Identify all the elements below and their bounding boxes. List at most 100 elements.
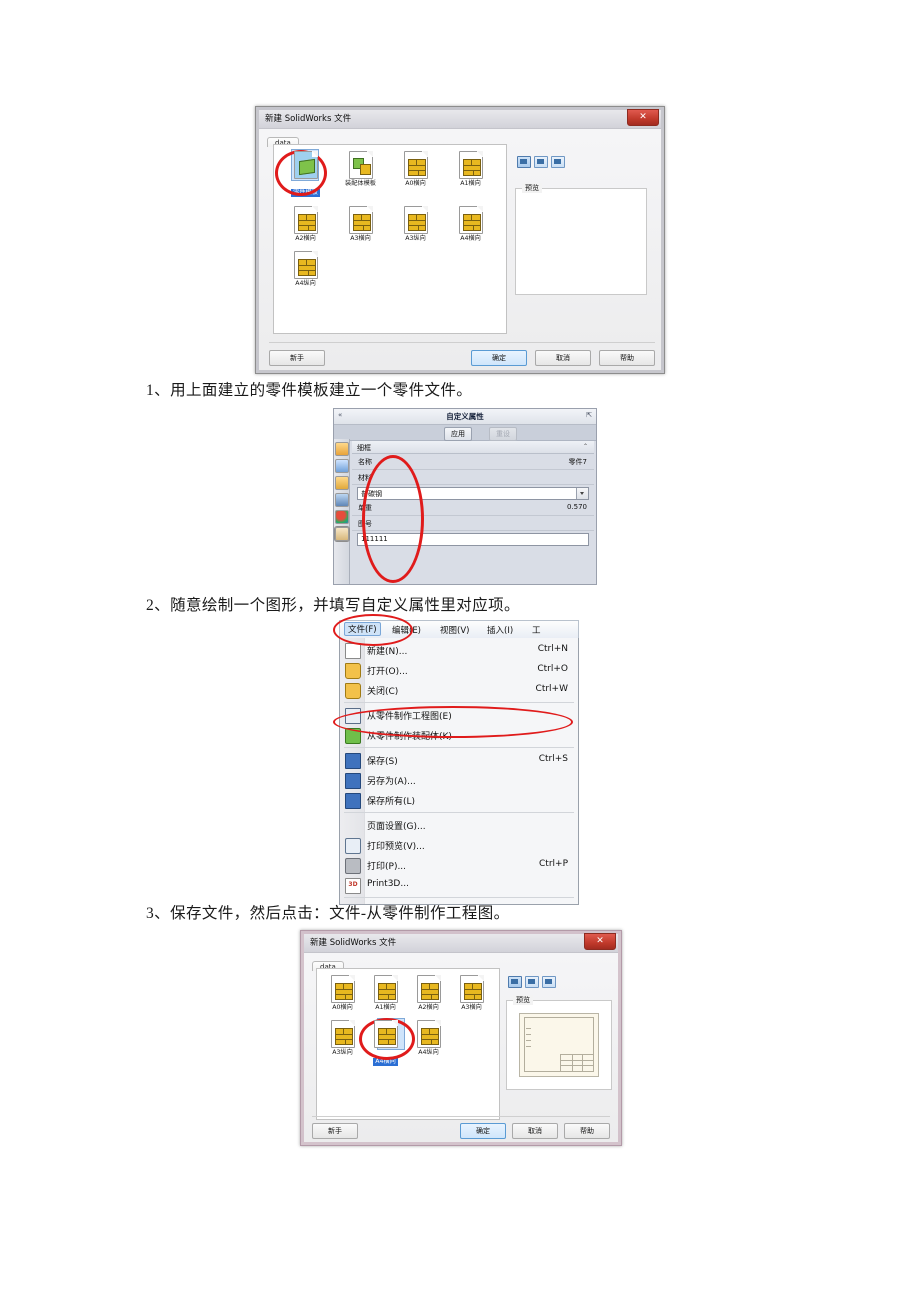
view-list-icon-2[interactable] [542, 976, 556, 988]
view-tiles-icon[interactable] [534, 156, 548, 168]
close-icon[interactable]: ✕ [627, 109, 659, 126]
property-value: 零件7 [568, 458, 587, 466]
dialog-button-row-2[interactable]: 新手 确定 取消 帮助 [312, 1123, 610, 1139]
menu-item[interactable]: 打印(P)... Ctrl+P [340, 855, 578, 875]
custom-properties-icon[interactable] [333, 526, 350, 542]
new-file-dialog-1[interactable]: 新建 SolidWorks 文件 ✕ data 零件模板 装配体模板 A0横向 A1横… [255, 106, 665, 374]
pin-icon[interactable]: ⇱ [586, 411, 592, 419]
menu-item-accelerator: Ctrl+S [538, 754, 568, 764]
folder-icon[interactable] [334, 476, 349, 490]
ok-button[interactable]: 确定 [471, 350, 527, 366]
menu-item[interactable]: 保存(S) Ctrl+S [340, 750, 578, 770]
novice-button-2[interactable]: 新手 [312, 1123, 358, 1139]
home-icon[interactable] [334, 442, 349, 456]
drawing-template-icon [330, 975, 355, 1003]
template-list-panel[interactable]: 零件模板 装配体模板 A0横向 A1横向 A2横向 A3横向 A3纵向 A4横向 A4纵向 [273, 144, 507, 334]
menu-item[interactable]: 新建(N)... Ctrl+N [340, 640, 578, 660]
view-list-icon[interactable] [551, 156, 565, 168]
template-item[interactable]: 零件模板 [278, 149, 333, 198]
template-item[interactable]: 装配体模板 [333, 151, 388, 198]
menu-item[interactable]: 关闭(C) Ctrl+W [340, 680, 578, 700]
reset-button[interactable]: 重设 [489, 427, 517, 441]
template-item[interactable]: A4横向 [443, 206, 498, 243]
preview-view-toolbar-2[interactable] [508, 976, 556, 988]
display-manager-icon[interactable] [334, 510, 349, 524]
file-menu-panel[interactable]: 新建(N)... Ctrl+N 打开(O)... Ctrl+O 关闭(C) Ctrl+W 从… [339, 638, 579, 905]
preview-view-toolbar[interactable] [517, 156, 565, 168]
document-page: 新建 SolidWorks 文件 ✕ data 零件模板 装配体模板 A0横向 A1横… [0, 0, 920, 1302]
help-button[interactable]: 帮助 [599, 350, 655, 366]
ok-button-2[interactable]: 确定 [460, 1123, 506, 1139]
tab-strip-2[interactable]: data [312, 954, 344, 971]
menubar-item[interactable]: 编辑(E) [392, 624, 421, 636]
menu-item[interactable]: 另存为(A)... [340, 770, 578, 790]
menu-item[interactable]: 从零件制作工程图(E) [340, 705, 578, 725]
template-item[interactable]: A3横向 [450, 975, 493, 1012]
template-item[interactable]: A0横向 [321, 975, 364, 1012]
template-item[interactable]: A4纵向 [407, 1020, 450, 1067]
tab-strip[interactable]: data [267, 130, 299, 147]
help-button-2[interactable]: 帮助 [564, 1123, 610, 1139]
template-grid[interactable]: 零件模板 装配体模板 A0横向 A1横向 A2横向 A3横向 A3纵向 A4横向 A4纵向 [274, 145, 506, 302]
menu-item[interactable]: 页面设置(G)... [340, 815, 578, 835]
view-large-icons-icon-2[interactable] [508, 976, 522, 988]
template-item[interactable]: A4纵向 [278, 251, 333, 288]
drawing-template-icon [348, 206, 373, 234]
property-value-row[interactable]: 普碳钢 [352, 485, 594, 500]
template-list-panel-2[interactable]: A0横向 A1横向 A2横向 A3横向 A3纵向 A4横向 A4纵向 [316, 968, 500, 1120]
menubar-item[interactable]: 视图(V) [440, 624, 469, 636]
step-1-text: 用上面建立的零件模板建立一个零件文件。 [170, 382, 473, 399]
drawing-number-input[interactable]: 111111 [357, 533, 589, 546]
file-menu[interactable]: 文件(F) 编辑(E) 视图(V) 插入(I) 工 新建(N)... Ctrl+N 打开(O… [333, 614, 579, 905]
cancel-button-2[interactable]: 取消 [512, 1123, 558, 1139]
menu-item[interactable]: 打印预览(V)... [340, 835, 578, 855]
template-item[interactable]: A4横向 [364, 1018, 407, 1067]
menubar-item[interactable]: 文件(F) [344, 622, 381, 636]
property-row[interactable]: 单重 0.570 [352, 500, 594, 516]
dialog-titlebar-2[interactable]: 新建 SolidWorks 文件 ✕ [304, 933, 618, 953]
dialog-titlebar[interactable]: 新建 SolidWorks 文件 ✕ [259, 109, 661, 129]
cancel-button[interactable]: 取消 [535, 350, 591, 366]
apply-button[interactable]: 应用 [444, 427, 472, 441]
template-item[interactable]: A2横向 [278, 206, 333, 243]
save-as-icon [345, 773, 361, 789]
view-tiles-icon-2[interactable] [525, 976, 539, 988]
step-3-text: 保存文件，然后点击：文件-从零件制作工程图。 [170, 905, 510, 922]
view-large-icons-icon[interactable] [517, 156, 531, 168]
panel-header: « 自定义属性 ⇱ [334, 409, 596, 425]
template-grid-2[interactable]: A0横向 A1横向 A2横向 A3横向 A3纵向 A4横向 A4纵向 [317, 969, 499, 1081]
property-row[interactable]: 名称 零件7 [352, 454, 594, 470]
menu-item-accelerator: Ctrl+N [537, 644, 568, 654]
appearances-icon[interactable] [334, 493, 349, 507]
menu-item-label: 保存(S) [367, 757, 398, 767]
template-item[interactable]: A0横向 [388, 151, 443, 198]
material-dropdown[interactable]: 普碳钢 [357, 487, 589, 500]
chevron-down-icon[interactable] [576, 488, 588, 499]
menu-item[interactable]: 3D Print3D... [340, 875, 578, 895]
property-group-header[interactable]: 细框 ⌃ [352, 441, 594, 454]
template-item[interactable]: A3横向 [333, 206, 388, 243]
template-item[interactable]: A3纵向 [321, 1020, 364, 1067]
menu-bar[interactable]: 文件(F) 编辑(E) 视图(V) 插入(I) 工 [339, 620, 579, 638]
panel-toolbar[interactable]: 应用 重设 [334, 425, 596, 441]
close-icon-2[interactable]: ✕ [584, 933, 616, 950]
novice-button[interactable]: 新手 [269, 350, 325, 366]
menu-item[interactable]: 打开(O)... Ctrl+O [340, 660, 578, 680]
menubar-item[interactable]: 工 [532, 624, 541, 636]
menubar-item[interactable]: 插入(I) [487, 624, 513, 636]
custom-properties-body[interactable]: 细框 ⌃ 名称 零件7 材料 普碳钢 单重 0.570 图号 111111 [352, 441, 594, 546]
menu-item[interactable]: 从零件制作装配体(K) [340, 725, 578, 745]
property-value-row[interactable]: 111111 [352, 531, 594, 546]
new-file-dialog-2[interactable]: 新建 SolidWorks 文件 ✕ data A0横向 A1横向 A2横向 A3横向… [300, 930, 622, 1146]
template-item[interactable]: A2横向 [407, 975, 450, 1012]
task-pane-sidebar[interactable] [333, 439, 350, 584]
menu-item[interactable]: 保存所有(L) [340, 790, 578, 810]
custom-properties-panel[interactable]: « 自定义属性 ⇱ 应用 重设 细框 ⌃ 名称 零件7 材料 普碳钢 单重 0.570 图号 11… [333, 408, 597, 585]
step-3: 3、保存文件，然后点击：文件-从零件制作工程图。 [146, 901, 510, 923]
dialog-button-row[interactable]: 新手 确定 取消 帮助 [269, 350, 655, 366]
chart-icon[interactable] [334, 459, 349, 473]
chevron-up-icon[interactable]: ⌃ [583, 443, 588, 450]
template-item[interactable]: A1横向 [364, 975, 407, 1012]
template-item[interactable]: A3纵向 [388, 206, 443, 243]
template-item[interactable]: A1横向 [443, 151, 498, 198]
